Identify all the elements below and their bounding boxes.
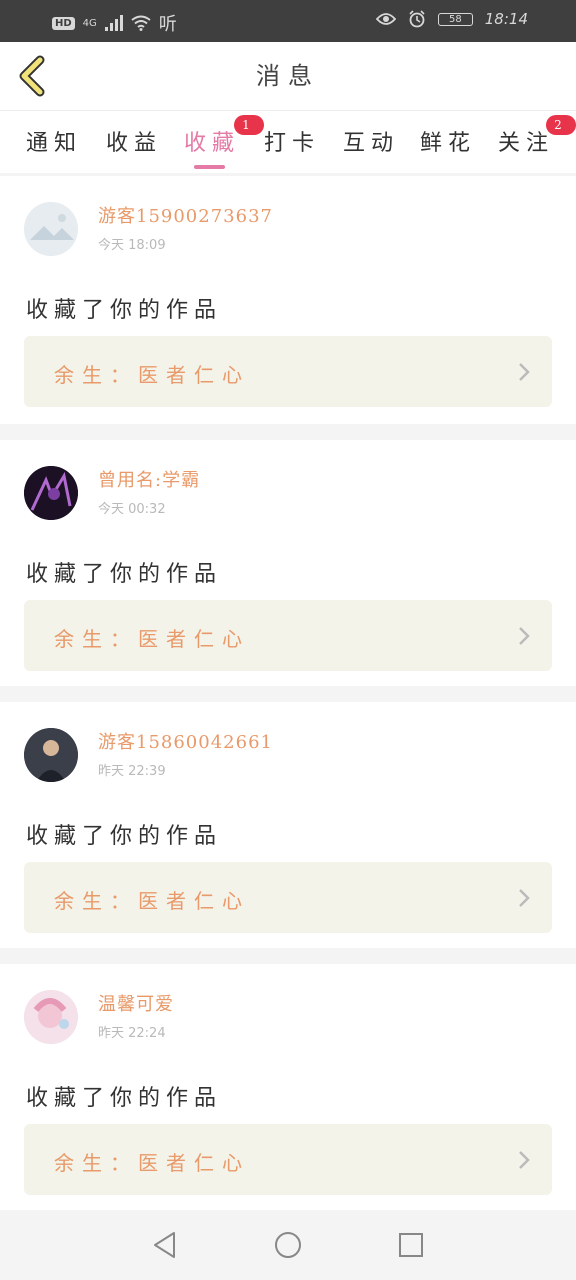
network-type: 4G <box>82 17 97 29</box>
tab-label: 鲜花 <box>420 131 477 156</box>
timestamp: 今天 18:09 <box>98 238 166 253</box>
work-link[interactable]: 余生：医者仁心 <box>24 336 552 407</box>
chevron-right-icon <box>519 627 530 645</box>
action-text: 收藏了你的作品 <box>26 562 223 587</box>
username[interactable]: 游客15900273637 <box>98 202 273 228</box>
timestamp: 今天 00:32 <box>98 502 166 517</box>
tab-bar: 通知 收益 收藏 1 打卡 互动 鲜花 关注 2 <box>0 111 576 173</box>
active-tab-indicator <box>194 165 225 169</box>
hifi-indicator: 听 <box>158 14 177 35</box>
nav-back-icon[interactable] <box>150 1230 180 1260</box>
work-link[interactable]: 余生：医者仁心 <box>24 600 552 671</box>
message-card: 游客15900273637 今天 18:09 收藏了你的作品 余生：医者仁心 <box>0 176 576 424</box>
work-title: 余生：医者仁心 <box>54 889 250 913</box>
favorites-badge: 1 <box>234 115 264 135</box>
tab-interactions[interactable]: 互动 <box>343 125 399 157</box>
work-title: 余生：医者仁心 <box>54 1151 250 1175</box>
tab-label: 收益 <box>106 131 163 156</box>
nav-recents-icon[interactable] <box>396 1230 426 1260</box>
page-title: 消息 <box>256 62 320 90</box>
message-card: 温馨可爱 昨天 22:24 收藏了你的作品 余生：医者仁心 <box>0 964 576 1210</box>
tab-checkin[interactable]: 打卡 <box>264 125 320 157</box>
action-text: 收藏了你的作品 <box>26 298 223 323</box>
tab-label: 通知 <box>26 131 83 156</box>
avatar[interactable] <box>24 466 78 520</box>
tab-label: 互动 <box>343 131 400 156</box>
status-bar: HD 4G 听 58 18:14 <box>0 0 576 42</box>
tab-label: 打卡 <box>264 131 321 156</box>
timestamp: 昨天 22:24 <box>98 1026 166 1041</box>
signal-icon <box>104 15 123 31</box>
avatar[interactable] <box>24 728 78 782</box>
eye-icon <box>376 13 397 25</box>
tab-flowers[interactable]: 鲜花 <box>420 125 476 157</box>
avatar[interactable] <box>24 990 78 1044</box>
tab-label: 收藏 <box>184 131 241 156</box>
tab-label: 关注 <box>498 131 555 156</box>
avatar[interactable] <box>24 202 78 256</box>
tab-earnings[interactable]: 收益 <box>106 125 162 157</box>
clock: 18:14 <box>484 10 528 28</box>
action-text: 收藏了你的作品 <box>26 1086 223 1111</box>
message-card: 曾用名:学霸 今天 00:32 收藏了你的作品 余生：医者仁心 <box>0 440 576 686</box>
system-nav-bar <box>0 1210 576 1280</box>
wifi-icon <box>131 15 151 31</box>
tab-favorites[interactable]: 收藏 1 <box>184 115 264 157</box>
chevron-right-icon <box>519 889 530 907</box>
work-title: 余生：医者仁心 <box>54 627 250 651</box>
hd-indicator: HD <box>52 16 75 30</box>
timestamp: 昨天 22:39 <box>98 764 166 779</box>
header: 消息 <box>0 42 576 111</box>
tab-notifications[interactable]: 通知 <box>26 125 82 157</box>
username[interactable]: 温馨可爱 <box>98 990 174 1016</box>
message-card: 游客15860042661 昨天 22:39 收藏了你的作品 余生：医者仁心 <box>0 702 576 948</box>
action-text: 收藏了你的作品 <box>26 824 223 849</box>
username[interactable]: 游客15860042661 <box>98 728 273 754</box>
follows-badge: 2 <box>546 115 576 135</box>
alarm-icon <box>409 10 425 28</box>
work-title: 余生：医者仁心 <box>54 363 250 387</box>
chevron-right-icon <box>519 363 530 381</box>
nav-home-icon[interactable] <box>273 1230 303 1260</box>
battery-icon: 58 <box>438 12 473 26</box>
work-link[interactable]: 余生：医者仁心 <box>24 1124 552 1195</box>
work-link[interactable]: 余生：医者仁心 <box>24 862 552 933</box>
username[interactable]: 曾用名:学霸 <box>98 466 200 492</box>
tab-follows[interactable]: 关注 2 <box>498 115 576 157</box>
chevron-right-icon <box>519 1151 530 1169</box>
